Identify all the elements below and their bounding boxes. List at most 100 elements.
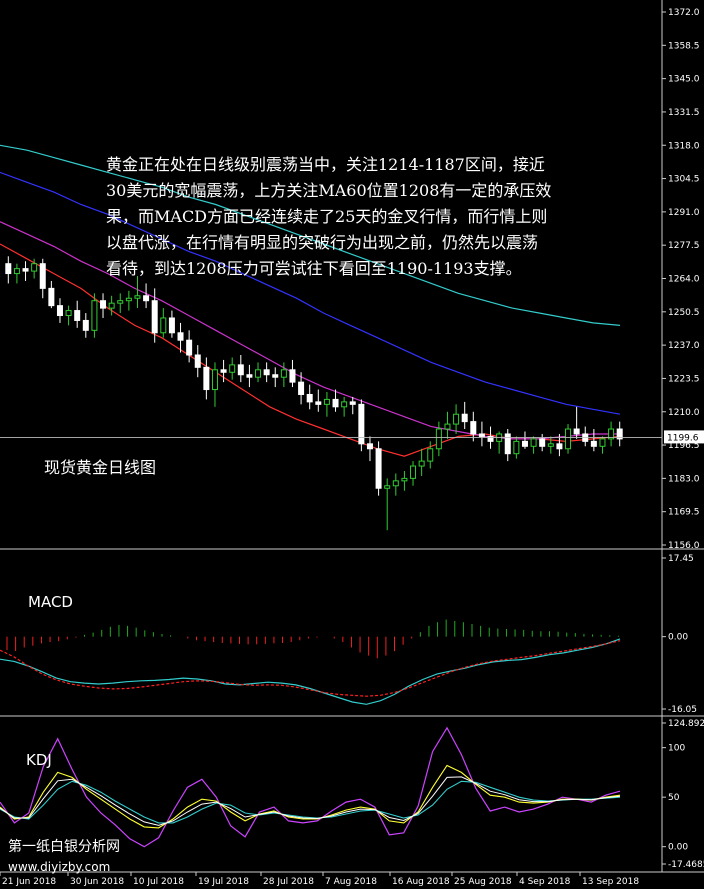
candle-body	[117, 300, 124, 304]
candle-body	[220, 369, 227, 373]
candle-body	[229, 364, 236, 373]
price-tick-label: 1156.0	[668, 541, 700, 551]
candle-body	[565, 428, 572, 450]
candle-body	[427, 448, 434, 462]
candle-body	[332, 398, 339, 408]
kdj-tick-label: -17.4685	[668, 860, 704, 870]
annotation-line-5: 看待，到达1208压力可尝试往下看回至1190-1193支撑。	[106, 259, 522, 278]
price-tick-label: 1345.0	[668, 75, 700, 85]
price-tick-label: 1358.5	[668, 41, 700, 51]
current-price-label: 1199.6	[667, 433, 699, 443]
price-tick-label: 1169.5	[668, 508, 700, 518]
price-tick-label: 1210.0	[668, 408, 700, 418]
watermark-title: 第一纸白银分析网	[8, 838, 120, 855]
kdj-tick-label: 124.8922	[668, 719, 704, 729]
candle-body	[280, 369, 287, 378]
candle-body	[160, 317, 167, 334]
time-tick-label: 28 Jul 2018	[263, 877, 314, 887]
candle-body	[194, 354, 201, 368]
candle-body	[573, 428, 580, 435]
time-tick-label: 30 Jun 2018	[70, 877, 124, 887]
chart-label: 现货黄金日线图	[44, 458, 156, 477]
price-tick-label: 1291.0	[668, 208, 700, 218]
time-tick-label: 10 Jul 2018	[133, 877, 184, 887]
candle-body	[211, 369, 218, 391]
candle-body	[22, 268, 29, 272]
price-tick-label: 1183.0	[668, 474, 700, 484]
candle-body	[82, 319, 89, 331]
kdj-tick-label: 50	[668, 793, 680, 803]
candle-body	[341, 401, 348, 408]
candle-body	[315, 401, 322, 405]
candle-body	[125, 297, 132, 302]
candle-body	[453, 413, 460, 425]
candle-body	[539, 438, 546, 447]
candle-body	[590, 440, 597, 447]
candle-body	[143, 295, 150, 302]
annotation-line-1: 黄金正在处在日线级别震荡当中，关注1214-1187区间，接近	[106, 155, 545, 174]
time-tick-label: 25 Aug 2018	[454, 877, 512, 887]
candle-body	[366, 443, 373, 450]
candle-body	[461, 413, 468, 423]
candle-body	[255, 369, 262, 378]
candle-body	[246, 374, 253, 378]
candle-body	[48, 287, 55, 307]
kdj-tick-label: 0.00	[668, 843, 688, 853]
time-tick-label: 21 Jun 2018	[2, 877, 56, 887]
macd-tick-label: -16.05	[668, 705, 697, 715]
annotation-line-3: 果，而MACD方面已经连续走了25天的金叉行情，而行情上则	[106, 207, 547, 226]
candle-body	[349, 401, 356, 405]
candle-body	[556, 443, 563, 450]
candle-body	[478, 433, 485, 437]
candle-body	[298, 381, 305, 395]
price-tick-label: 1318.0	[668, 141, 700, 151]
macd-label: MACD	[28, 593, 73, 611]
candle-body	[168, 317, 175, 334]
time-tick-label: 13 Sep 2018	[582, 877, 639, 887]
candle-body	[444, 423, 451, 430]
kdj-label: KDJ	[26, 751, 52, 769]
candle-body	[599, 438, 606, 447]
candle-body	[530, 438, 537, 447]
price-tick-label: 1264.0	[668, 275, 700, 285]
candle-body	[39, 263, 46, 289]
candle-body	[410, 465, 417, 479]
macd-tick-label: 0.00	[668, 633, 688, 643]
time-tick-label: 7 Aug 2018	[325, 877, 377, 887]
candle-body	[470, 421, 477, 435]
price-tick-label: 1372.0	[668, 8, 700, 18]
annotation-line-4: 以盘代涨，在行情有明显的突破行为出现之前，仍然先以震荡	[106, 233, 538, 252]
candle-body	[186, 339, 193, 356]
candle-body	[74, 310, 81, 321]
time-tick-label: 4 Sep 2018	[519, 877, 571, 887]
candle-body	[108, 302, 115, 309]
candle-body	[263, 369, 270, 376]
price-tick-label: 1331.5	[668, 108, 700, 118]
kdj-tick-label: 100	[668, 744, 685, 754]
candle-body	[306, 393, 313, 403]
candle-body	[13, 268, 20, 275]
candle-body	[5, 263, 12, 275]
candle-body	[100, 300, 107, 309]
candle-body	[521, 440, 528, 447]
candle-body	[272, 374, 279, 378]
candle-body	[31, 263, 38, 272]
candle-body	[401, 477, 408, 482]
macd-tick-label: 17.45	[668, 554, 694, 564]
gold-daily-chart: 1372.0 1358.5 1345.0 1331.5 1318.0 1304.5 1291…	[0, 0, 704, 889]
price-tick-label: 1250.5	[668, 308, 700, 318]
candle-body	[91, 300, 98, 331]
candle-body	[392, 480, 399, 487]
annotation-line-2: 30美元的宽幅震荡，上方关注MA60位置1208有一定的承压效	[106, 181, 551, 200]
watermark-url: www.diyizby.com	[8, 860, 110, 874]
candle-body	[56, 305, 63, 317]
candle-body	[375, 448, 382, 489]
candle-body	[65, 310, 72, 317]
candle-body	[237, 364, 244, 376]
candle-body	[504, 433, 511, 455]
candle-body	[177, 332, 184, 341]
price-tick-label: 1304.5	[668, 175, 700, 185]
candle-body	[358, 403, 365, 445]
time-tick-label: 16 Aug 2018	[392, 877, 450, 887]
candle-body	[289, 369, 296, 383]
